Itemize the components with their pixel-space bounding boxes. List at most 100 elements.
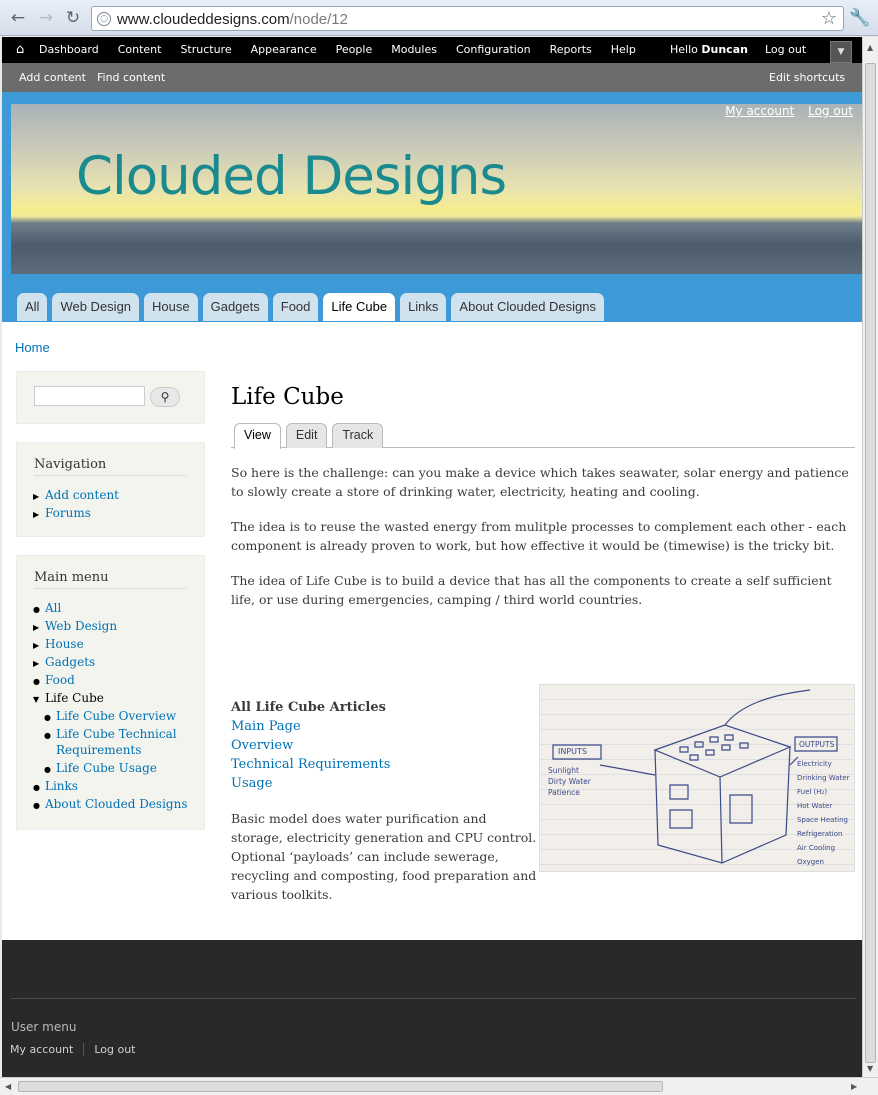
toolbar-item-modules[interactable]: Modules [391, 43, 437, 56]
logout-link[interactable]: Log out [808, 104, 853, 118]
tab-web-design[interactable]: Web Design [52, 293, 140, 321]
toolbar-item-people[interactable]: People [336, 43, 373, 56]
home-icon[interactable]: ⌂ [16, 42, 24, 57]
main-menu-block: Main menu ● All ▶ Web Design ▶ House ▶ Gadge… [16, 555, 205, 830]
tab-about-clouded-designs[interactable]: About Clouded Designs [451, 293, 605, 321]
footer-divider [11, 998, 856, 999]
browser-toolbar: ← → ↻ ○ www.cloudeddesigns.com/node/12 ☆… [0, 0, 878, 36]
edit-shortcuts-link[interactable]: Edit shortcuts [769, 71, 845, 84]
wrench-icon[interactable]: 🔧 [849, 8, 870, 28]
tab-links[interactable]: Links [400, 293, 447, 321]
shortcuts-bar: Add content Find content Edit shortcuts [2, 63, 862, 92]
forward-icon[interactable]: → [36, 8, 56, 28]
username[interactable]: Duncan [701, 43, 748, 56]
navigation-title: Navigation [34, 457, 187, 476]
search-input[interactable] [34, 386, 145, 406]
articles-heading: All Life Cube Articles [231, 700, 386, 715]
page-icon: ○ [97, 12, 111, 26]
tab-view[interactable]: View [234, 423, 281, 449]
menu-item-links[interactable]: ● Links [33, 777, 187, 795]
toolbar-item-configuration[interactable]: Configuration [456, 43, 531, 56]
article-link-overview[interactable]: Overview [231, 736, 541, 755]
my-account-link[interactable]: My account [725, 104, 794, 118]
footer-my-account-link[interactable]: My account [10, 1043, 83, 1056]
menu-item-web-design[interactable]: ▶ Web Design [33, 617, 187, 635]
menu-item-life-cube-overview[interactable]: ● Life Cube Overview [33, 707, 187, 725]
page-title: Life Cube [231, 384, 344, 410]
vertical-scroll-thumb[interactable] [865, 63, 876, 1063]
user-menu-links: My account Log out [10, 1043, 146, 1056]
sketch-outputs-list: Electricity Drinking Water Fuel (H₂) Hot… [797, 760, 850, 866]
scroll-left-icon[interactable]: ◀ [5, 1082, 11, 1091]
scroll-down-icon[interactable]: ▼ [867, 1064, 873, 1073]
menu-item-house[interactable]: ▶ House [33, 635, 187, 653]
find-content-shortcut[interactable]: Find content [97, 71, 165, 84]
toolbar-item-dashboard[interactable]: Dashboard [39, 43, 99, 56]
chevron-down-icon[interactable]: ▼ [830, 41, 852, 63]
address-bar[interactable]: ○ www.cloudeddesigns.com/node/12 ☆ [91, 6, 844, 31]
site-name[interactable]: Clouded Designs [76, 146, 507, 207]
main-menu-tabs: All Web Design House Gadgets Food Life Cube Li… [17, 293, 609, 321]
footer-logout-link[interactable]: Log out [83, 1043, 146, 1056]
scroll-up-icon[interactable]: ▲ [867, 43, 873, 52]
main-content: Life Cube View Edit Track So here is the… [231, 384, 855, 902]
article-link-usage[interactable]: Usage [231, 774, 541, 793]
bookmark-star-icon[interactable]: ☆ [821, 8, 837, 29]
toolbar-item-help[interactable]: Help [611, 43, 636, 56]
menu-item-life-cube-usage[interactable]: ● Life Cube Usage [33, 759, 187, 777]
admin-menu: Dashboard Content Structure Appearance Peopl… [39, 43, 655, 56]
secondary-menu: My account Log out [715, 104, 853, 118]
nav-item-add-content[interactable]: ▶ Add content [33, 486, 119, 504]
tab-edit[interactable]: Edit [285, 423, 328, 448]
tab-house[interactable]: House [144, 293, 198, 321]
search-icon: ⚲ [160, 390, 170, 404]
admin-toolbar: ⌂ Dashboard Content Structure Appearance Peo… [2, 37, 862, 63]
navigation-list: ▶ Add content ▶ Forums [33, 486, 119, 522]
breadcrumb[interactable]: Home [15, 340, 50, 355]
horizontal-scrollbar[interactable]: ◀ ▶ [0, 1077, 878, 1095]
user-greeting: Hello Duncan [670, 43, 748, 56]
nav-item-forums[interactable]: ▶ Forums [33, 504, 119, 522]
article-link-main-page[interactable]: Main Page [231, 717, 541, 736]
life-cube-sketch-image: INPUTS Sunlight Dirty Water Patience OUT… [539, 684, 855, 872]
user-menu-title: User menu [11, 1020, 77, 1034]
menu-item-all[interactable]: ● All [33, 599, 187, 617]
sketch-inputs-list: Sunlight Dirty Water Patience [548, 766, 591, 797]
header-banner: Clouded Designs [11, 104, 862, 274]
tab-all[interactable]: All [17, 293, 48, 321]
local-tasks: View Edit Track [231, 423, 855, 449]
navigation-block: Navigation ▶ Add content ▶ Forums [16, 442, 205, 537]
menu-item-gadgets[interactable]: ▶ Gadgets [33, 653, 187, 671]
menu-item-food[interactable]: ● Food [33, 671, 187, 689]
articles-list: All Life Cube Articles Main Page Overvie… [231, 698, 541, 904]
horizontal-scroll-thumb[interactable] [18, 1081, 663, 1092]
articles-description: Basic model does water purification and … [231, 811, 537, 902]
main-menu-list: ● All ▶ Web Design ▶ House ▶ Gadgets ● Food ▼… [33, 599, 187, 813]
url-text: www.cloudeddesigns.com/node/12 [117, 11, 348, 28]
toolbar-item-appearance[interactable]: Appearance [251, 43, 317, 56]
toolbar-item-content[interactable]: Content [118, 43, 162, 56]
toolbar-logout-link[interactable]: Log out [765, 43, 806, 56]
tab-food[interactable]: Food [272, 293, 319, 321]
toolbar-item-reports[interactable]: Reports [550, 43, 592, 56]
tab-track[interactable]: Track [332, 423, 384, 448]
add-content-shortcut[interactable]: Add content [19, 71, 86, 84]
tab-gadgets[interactable]: Gadgets [202, 293, 268, 321]
menu-item-life-cube-technical-requirements[interactable]: ● Life Cube Technical Requirements [33, 725, 187, 759]
body-paragraph: So here is the challenge: can you make a… [231, 465, 849, 499]
back-icon[interactable]: ← [8, 8, 28, 28]
search-button[interactable]: ⚲ [150, 387, 180, 407]
bullet-icon: ● [44, 731, 51, 740]
tab-life-cube[interactable]: Life Cube [323, 293, 396, 321]
vertical-scrollbar[interactable]: ▲ ▼ [862, 37, 878, 1077]
article-link-technical-requirements[interactable]: Technical Requirements [231, 755, 541, 774]
menu-item-about[interactable]: ● About Clouded Designs [33, 795, 187, 813]
scroll-right-icon[interactable]: ▶ [851, 1082, 857, 1091]
reload-icon[interactable]: ↻ [63, 8, 83, 28]
bullet-icon: ● [33, 801, 40, 810]
body-paragraph: The idea of Life Cube is to build a devi… [231, 573, 832, 607]
sketch-inputs-label: INPUTS [558, 747, 587, 756]
toolbar-item-structure[interactable]: Structure [180, 43, 231, 56]
main-menu-title: Main menu [34, 570, 187, 589]
menu-item-life-cube[interactable]: ▼ Life Cube [33, 689, 187, 707]
